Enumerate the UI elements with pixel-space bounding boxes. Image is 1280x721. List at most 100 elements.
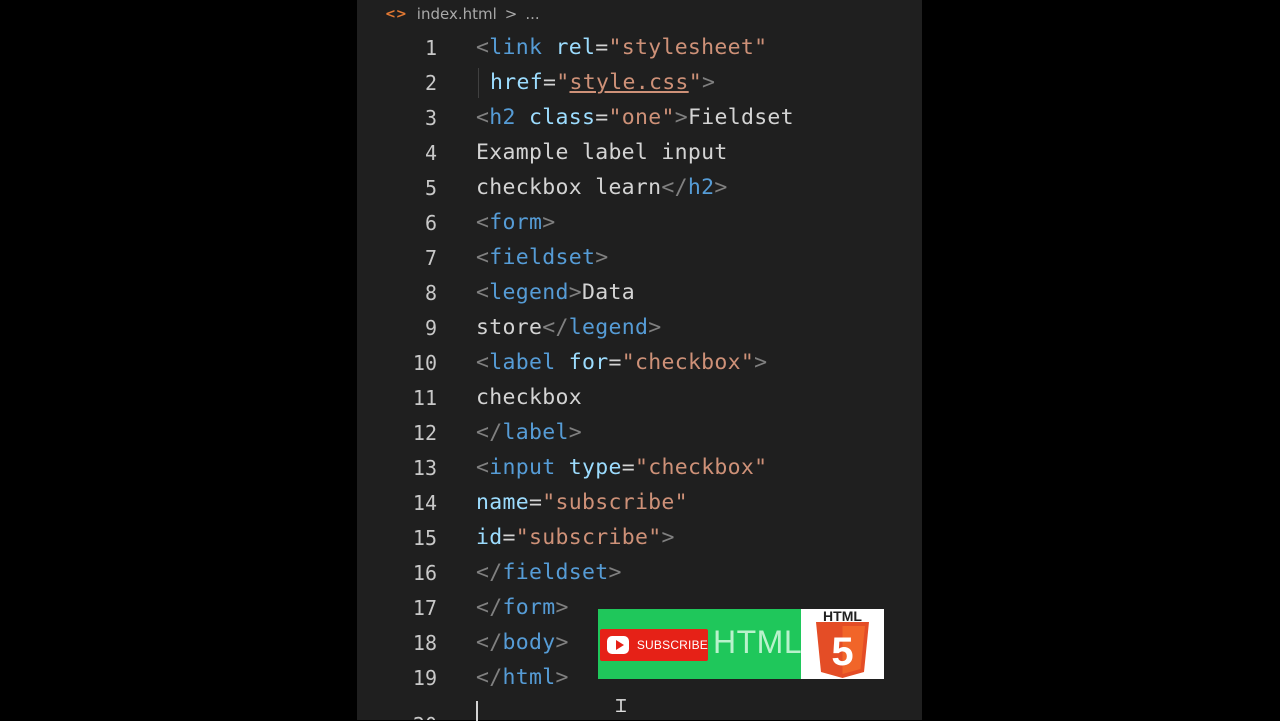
equals: = (528, 490, 543, 515)
equals: = (608, 350, 622, 375)
tag-bracket: > (608, 560, 622, 585)
tag-name: body (502, 630, 556, 655)
tag-bracket: > (701, 70, 716, 95)
html5-logo: HTML 5 (801, 609, 884, 679)
tag-name: h2 (687, 175, 715, 200)
breadcrumb-separator: > (504, 5, 518, 23)
tag-bracket: > (568, 280, 582, 305)
code-line-12[interactable]: 12 </label> (357, 415, 922, 450)
tag-name: label (502, 420, 569, 445)
code-line-16[interactable]: 16 </fieldset> (357, 555, 922, 590)
code-text: id="subscribe"> (476, 525, 675, 550)
html-file-icon: <> (385, 6, 407, 22)
html5-shield-icon: 5 (816, 622, 869, 678)
tag-name: fieldset (489, 245, 596, 270)
tag-bracket: </ (476, 595, 503, 620)
code-line-4[interactable]: 4 Example label input (357, 135, 922, 170)
tag-bracket: < (476, 350, 490, 375)
line-number: 19 (412, 665, 437, 690)
tag-bracket: > (555, 595, 569, 620)
tag-bracket: > (714, 175, 728, 200)
attr-name: id (476, 525, 503, 550)
line-number: 2 (424, 70, 437, 95)
line-number: 17 (412, 595, 437, 620)
tag-name: legend (489, 280, 569, 305)
tag-bracket: </ (476, 560, 503, 585)
code-line-15[interactable]: 15 id="subscribe"> (357, 520, 922, 555)
text-content: store (476, 315, 543, 340)
breadcrumb-file[interactable]: index.html (417, 5, 497, 23)
equals: = (621, 455, 635, 480)
line-number: 8 (424, 280, 437, 305)
code-line-1[interactable]: 1 <link rel="stylesheet" (357, 30, 922, 65)
breadcrumb-more[interactable]: ... (525, 5, 539, 23)
text-content: Data (581, 280, 635, 305)
code-line-5[interactable]: 5 checkbox learn</h2> (357, 170, 922, 205)
attr-value: "subscribe" (515, 525, 662, 550)
code-line-6[interactable]: 6 <form> (357, 205, 922, 240)
tag-bracket: < (476, 105, 490, 130)
tag-bracket: </ (661, 175, 688, 200)
attr-value-link[interactable]: style.css (569, 70, 688, 95)
tag-bracket: < (476, 245, 490, 270)
line-number: 18 (412, 630, 437, 655)
tag-bracket: > (595, 245, 609, 270)
line-number: 15 (412, 525, 437, 550)
tag-name: form (502, 595, 556, 620)
tag-bracket: </ (476, 420, 503, 445)
tag-bracket: </ (476, 665, 503, 690)
subscribe-banner[interactable]: SUBSCRIBE HTML HTML 5 (598, 609, 884, 679)
code-text: </form> (476, 595, 569, 620)
code-line-14[interactable]: 14 name="subscribe" (357, 485, 922, 520)
code-text: <link rel="stylesheet" (476, 35, 767, 60)
line-number: 9 (424, 315, 437, 340)
text-cursor (476, 701, 478, 721)
code-line-2[interactable]: 2 href="style.css"> (357, 65, 922, 100)
attr-name: name (476, 490, 529, 515)
text-content: checkbox (476, 385, 582, 410)
tag-bracket: > (555, 665, 569, 690)
mouse-ibeam-icon: Ɪ (616, 696, 627, 717)
equals: = (542, 70, 557, 95)
quote: " (556, 70, 570, 95)
line-number: 20 (377, 713, 437, 720)
line-number: 16 (412, 560, 437, 585)
text-content: checkbox learn (476, 175, 662, 200)
breadcrumb: <> index.html > ... (385, 4, 540, 24)
code-text: <input type="checkbox" (476, 455, 767, 480)
tag-bracket: < (476, 455, 490, 480)
equals: = (595, 105, 609, 130)
attr-value: "stylesheet" (608, 35, 768, 60)
line-number: 12 (412, 420, 437, 445)
tag-name: input (489, 455, 556, 480)
tag-bracket: > (542, 210, 556, 235)
code-line-11[interactable]: 11 checkbox (357, 380, 922, 415)
code-line-13[interactable]: 13 <input type="checkbox" (357, 450, 922, 485)
text-content: Example label input (476, 140, 728, 165)
attr-name: rel (555, 35, 596, 60)
code-line-7[interactable]: 7 <fieldset> (357, 240, 922, 275)
quote: " (688, 70, 702, 95)
tag-bracket: > (568, 420, 582, 445)
attr-name: for (568, 350, 609, 375)
code-text: href="style.css"> (490, 70, 715, 95)
tag-bracket: > (674, 105, 688, 130)
attr-name: type (568, 455, 622, 480)
tag-bracket: </ (476, 630, 503, 655)
tag-bracket: > (555, 630, 569, 655)
tag-name: label (489, 350, 556, 375)
code-line-9[interactable]: 9 store</legend> (357, 310, 922, 345)
line-number: 10 (412, 350, 437, 375)
code-text: <legend>Data (476, 280, 635, 305)
code-line-3[interactable]: 3 <h2 class="one">Fieldset (357, 100, 922, 135)
line-number: 14 (412, 490, 437, 515)
subscribe-button[interactable]: SUBSCRIBE (600, 629, 708, 661)
code-line-10[interactable]: 10 <label for="checkbox"> (357, 345, 922, 380)
tag-bracket: < (476, 280, 490, 305)
subscribe-label: SUBSCRIBE (636, 638, 708, 652)
line-number: 11 (412, 385, 437, 410)
code-line-20[interactable]: 20 (357, 695, 922, 720)
banner-html-text: HTML (713, 624, 803, 660)
code-line-8[interactable]: 8 <legend>Data (357, 275, 922, 310)
attr-value: "subscribe" (542, 490, 688, 515)
